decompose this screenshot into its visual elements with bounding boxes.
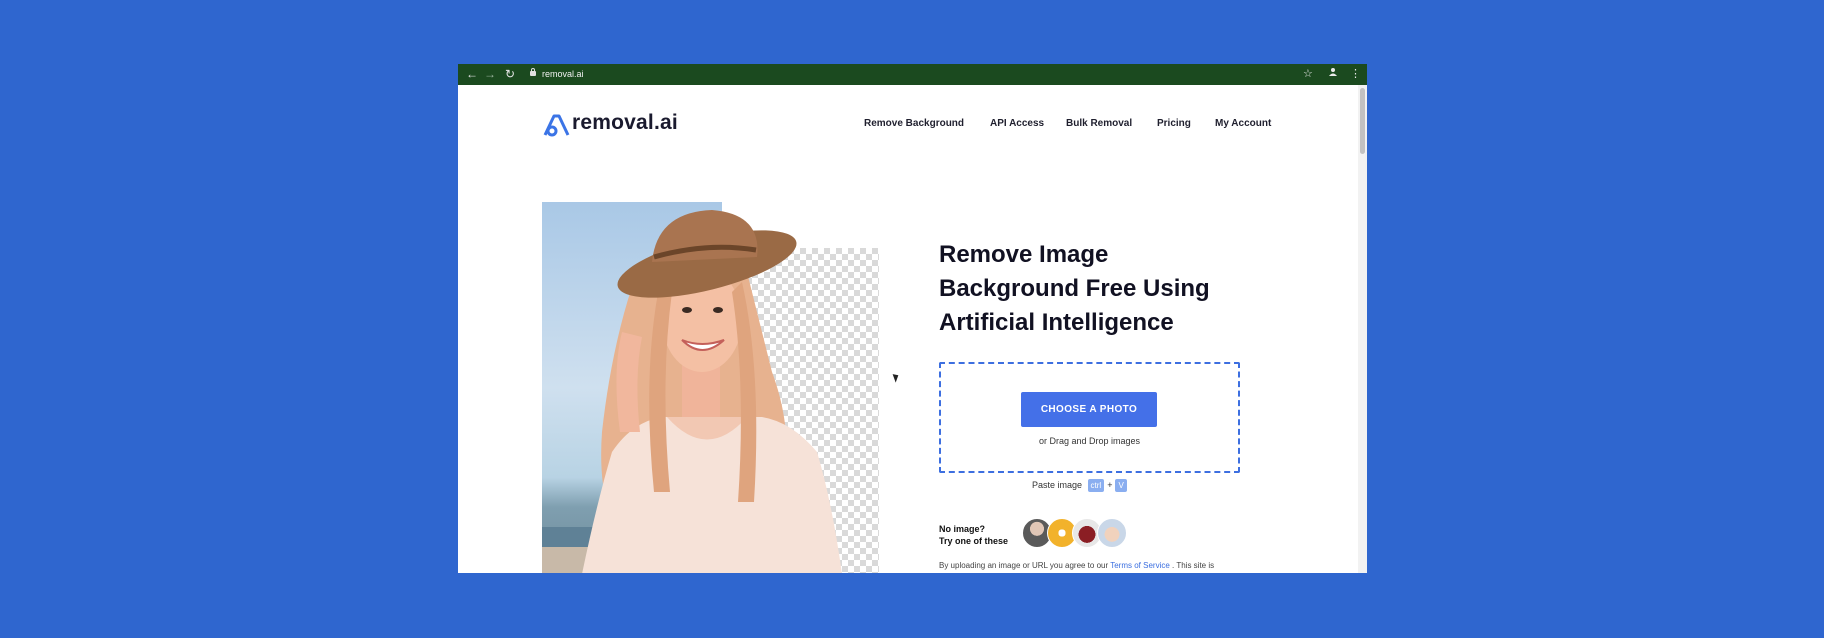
nav-remove-background[interactable]: Remove Background (864, 118, 964, 129)
browser-toolbar: ← → ↻ removal.ai ☆ ⋮ (458, 64, 1367, 85)
nav-my-account[interactable]: My Account (1215, 118, 1271, 129)
paste-hint: Paste image ctrl + V (1032, 477, 1130, 493)
scrollbar-thumb[interactable] (1360, 88, 1365, 154)
url-text: removal.ai (542, 69, 584, 79)
ctrl-key-badge: ctrl (1087, 479, 1105, 492)
back-arrow-icon[interactable]: ← (465, 67, 479, 81)
plus-sign: + (1107, 480, 1113, 490)
main-nav: Remove Background API Access Bulk Remova… (458, 118, 1358, 134)
v-key-badge: V (1115, 479, 1127, 492)
forward-arrow-icon[interactable]: → (483, 67, 497, 81)
lock-icon (530, 68, 536, 76)
kebab-menu-icon[interactable]: ⋮ (1350, 67, 1361, 81)
terms-notice: By uploading an image or URL you agree t… (939, 561, 1214, 570)
address-bar[interactable]: removal.ai (530, 68, 584, 81)
nav-pricing[interactable]: Pricing (1157, 118, 1191, 129)
paste-label: Paste image (1032, 480, 1083, 490)
sample-prompt: No image? Try one of these (939, 523, 1008, 547)
nav-api-access[interactable]: API Access (990, 118, 1044, 129)
terms-of-service-link[interactable]: Terms of Service (1110, 561, 1170, 570)
woman-illustration (542, 210, 842, 573)
terms-prefix: By uploading an image or URL you agree t… (939, 561, 1109, 570)
upload-dropzone[interactable]: CHOOSE A PHOTO or Drag and Drop images (939, 362, 1240, 473)
headline-line-3: Artificial Intelligence (939, 309, 1174, 336)
mouse-cursor-icon (892, 372, 901, 383)
star-icon[interactable]: ☆ (1303, 67, 1313, 81)
drag-drop-hint: or Drag and Drop images (1038, 436, 1141, 446)
profile-icon[interactable] (1328, 67, 1338, 81)
sample-hand-thumbnail[interactable] (1097, 518, 1127, 548)
scrollbar[interactable] (1358, 85, 1367, 573)
page-title: Remove Image Background Free Using Artif… (939, 238, 1259, 340)
terms-suffix: . This site is (1172, 561, 1215, 570)
sample-prompt-line-2: Try one of these (939, 536, 1009, 546)
sample-prompt-line-1: No image? (939, 524, 986, 534)
nav-bulk-removal[interactable]: Bulk Removal (1066, 118, 1132, 129)
headline-line-1: Remove Image (939, 241, 1109, 268)
hero-image (542, 202, 879, 573)
reload-icon[interactable]: ↻ (503, 67, 517, 81)
choose-photo-button[interactable]: CHOOSE A PHOTO (1021, 392, 1157, 427)
headline-line-2: Background Free Using (939, 275, 1210, 302)
browser-window: ← → ↻ removal.ai ☆ ⋮ removal.ai Remove B… (458, 64, 1367, 573)
